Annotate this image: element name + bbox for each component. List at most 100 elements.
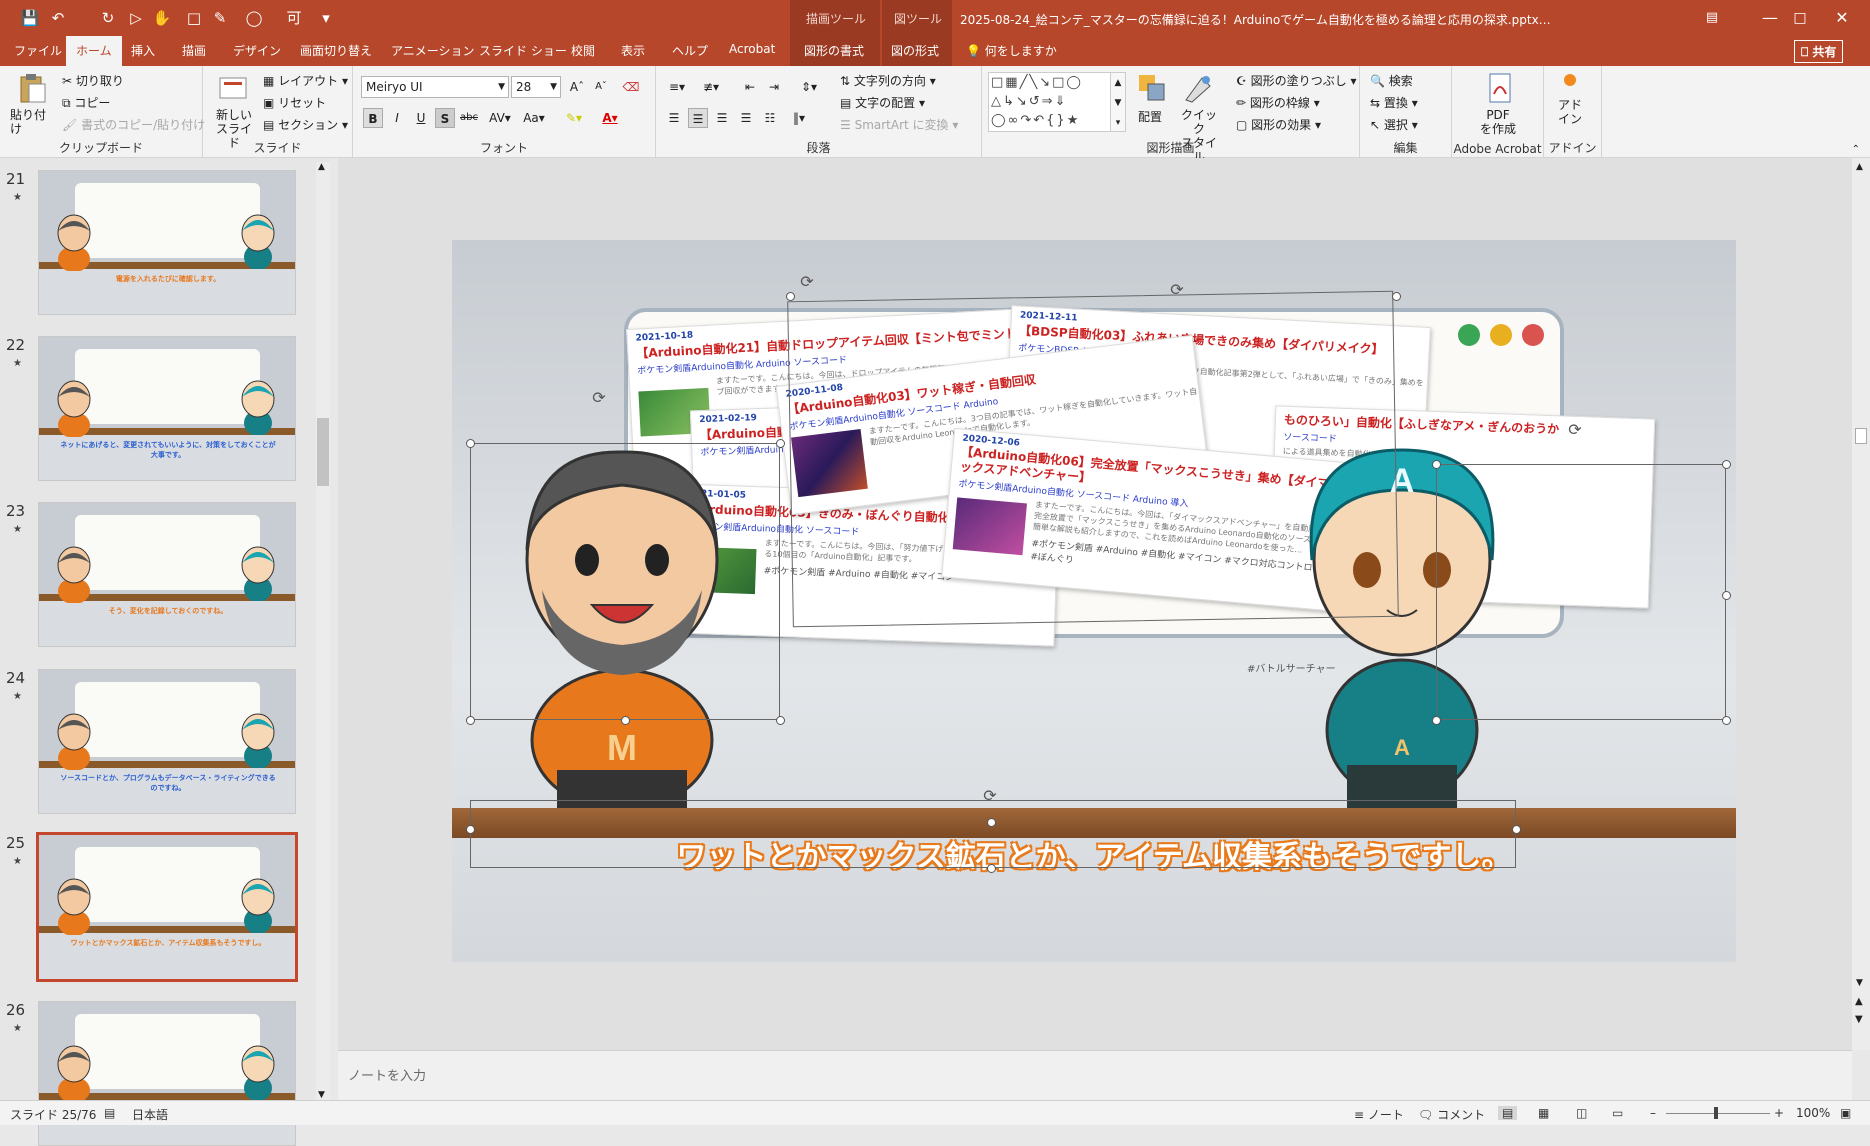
maximize-button[interactable]: □ (1778, 4, 1822, 32)
decrease-indent-icon[interactable]: ⇤ (740, 77, 760, 97)
tab-file[interactable]: ファイル (14, 42, 62, 59)
cut-button[interactable]: ✂ 切り取り (62, 72, 124, 89)
change-case-icon[interactable]: Aa▾ (521, 108, 547, 128)
resize-handle[interactable] (1512, 825, 1521, 834)
paste-button[interactable]: 貼り付け (8, 70, 52, 140)
resize-handle[interactable] (776, 439, 785, 448)
scroll-down-icon[interactable]: ▼ (1856, 978, 1863, 988)
font-name-combo[interactable]: Meiryo UI ▼ (361, 76, 509, 98)
tab-slideshow[interactable]: スライド ショー (479, 42, 567, 59)
columns-icon[interactable]: ‖▾ (786, 108, 812, 128)
tab-view[interactable]: 表示 (621, 42, 645, 59)
tab-picture-format[interactable]: 図の形式 (891, 42, 939, 59)
collapse-ribbon-icon[interactable]: ⌃ (1852, 144, 1860, 155)
new-slide-button[interactable]: 新しい スライド (209, 70, 255, 150)
italic-icon[interactable]: I (387, 108, 407, 128)
thumbnail-scrollbar[interactable]: ▲ ▼ (316, 162, 330, 1100)
align-center-icon[interactable]: ☰ (688, 108, 708, 128)
slide-thumbnail-22[interactable]: ネットにあげると、変更されてもいいように、対策をしておくことが大事です。 (38, 336, 296, 481)
select-button[interactable]: ↖ 選択 ▾ (1370, 116, 1418, 133)
customize-qat-icon[interactable]: ▾ (316, 8, 336, 28)
rotate-handle-icon[interactable]: ⟳ (591, 390, 607, 406)
bullets-icon[interactable]: ≡▾ (664, 77, 690, 97)
share-button[interactable]: ⎕ 共有 (1794, 40, 1844, 63)
scroll-up-icon[interactable]: ▲ (318, 162, 325, 172)
scroll-thumb[interactable] (317, 418, 329, 486)
zoom-out-icon[interactable]: – (1650, 1106, 1656, 1120)
rotate-handle-icon[interactable]: ⟳ (1567, 422, 1583, 438)
scroll-up-icon[interactable]: ▲ (1856, 162, 1863, 172)
zoom-slider[interactable] (1666, 1113, 1770, 1114)
comments-button[interactable]: 🗨 コメント (1418, 1106, 1485, 1123)
resize-handle[interactable] (987, 864, 996, 873)
slide-canvas[interactable]: 2021-10-18 【Arduino自動化21】自動ドロップアイテム回収【ミン… (452, 240, 1736, 962)
tab-transitions[interactable]: 画面切り替え (300, 42, 372, 59)
shrink-font-icon[interactable]: Aˇ (591, 77, 611, 97)
tab-help[interactable]: ヘルプ (672, 42, 708, 59)
resize-handle[interactable] (466, 716, 475, 725)
highlight-icon[interactable]: ✎▾ (561, 108, 587, 128)
align-right-icon[interactable]: ☰ (712, 108, 732, 128)
scroll-thumb[interactable] (1855, 428, 1867, 444)
tab-design[interactable]: デザイン (233, 42, 281, 59)
resize-handle[interactable] (987, 818, 996, 827)
ribbon-display-icon[interactable]: ▤ (1690, 4, 1734, 32)
font-size-combo[interactable]: 28 ▼ (511, 76, 561, 98)
justify-icon[interactable]: ☰ (736, 108, 756, 128)
slideshow-icon[interactable]: ▭ (1612, 1106, 1623, 1120)
tab-acrobat[interactable]: Acrobat (729, 42, 775, 56)
resize-handle[interactable] (1432, 460, 1441, 469)
replace-button[interactable]: ⇆ 置換 ▾ (1370, 94, 1418, 111)
new-slide-icon[interactable]: □ (184, 8, 204, 28)
touch-mode-icon[interactable]: ✋ (152, 8, 172, 28)
shapes-icon[interactable]: ◯ (244, 8, 264, 28)
resize-handle[interactable] (1432, 716, 1441, 725)
resize-handle[interactable] (1722, 716, 1731, 725)
resize-handle[interactable] (1722, 460, 1731, 469)
bold-icon[interactable]: B (363, 108, 383, 128)
resize-handle[interactable] (786, 292, 795, 301)
align-text-button[interactable]: ▤ 文字の配置 ▾ (840, 94, 925, 111)
notes-pane[interactable]: ノートを入力 (338, 1050, 1852, 1100)
tab-draw[interactable]: 描画 (182, 42, 206, 59)
resize-handle[interactable] (621, 716, 630, 725)
copy-button[interactable]: ⧉ コピー (62, 94, 110, 111)
tab-animations[interactable]: アニメーション (391, 42, 475, 59)
create-pdf-button[interactable]: PDF を作成 (1478, 70, 1522, 140)
gallery-more-icon[interactable]: ▲ ▼ ▾ (1110, 72, 1126, 132)
close-button[interactable]: ✕ (1820, 4, 1864, 32)
slide-thumbnail-23[interactable]: そう、変化を記録しておくのですね。 (38, 502, 296, 647)
undo-icon[interactable]: ↶ (48, 8, 68, 28)
rotate-handle-icon[interactable]: ⟳ (1169, 282, 1185, 298)
numbering-icon[interactable]: ≢▾ (698, 77, 724, 97)
underline-icon[interactable]: U (411, 108, 431, 128)
next-slide-icon[interactable]: ▼ (1855, 1014, 1863, 1025)
quick-styles-button[interactable]: クイック スタイル (1174, 70, 1222, 164)
resize-handle[interactable] (776, 716, 785, 725)
scroll-down-icon[interactable]: ▼ (318, 1090, 325, 1100)
reset-button[interactable]: ▣ リセット (263, 94, 326, 111)
slide-thumbnail-21[interactable]: 電源を入れるたびに確認します。 (38, 170, 296, 315)
font-icon[interactable]: 可 (284, 8, 304, 28)
section-button[interactable]: ▤ セクション ▾ (263, 116, 348, 133)
language-indicator[interactable]: 日本語 (132, 1106, 168, 1123)
shape-fill-button[interactable]: ☪ 図形の塗りつぶし ▾ (1236, 72, 1357, 89)
zoom-level[interactable]: 100% (1796, 1106, 1830, 1120)
draw-icon[interactable]: ✎ (210, 8, 230, 28)
save-icon[interactable]: 💾 (20, 8, 40, 28)
redo-icon[interactable]: ↻ (98, 8, 118, 28)
slide-sorter-icon[interactable]: ▦ (1538, 1106, 1549, 1120)
fit-to-window-icon[interactable]: ▣ (1840, 1106, 1851, 1120)
accessibility-icon[interactable]: ▤ (104, 1106, 115, 1120)
align-left-icon[interactable]: ☰ (664, 108, 684, 128)
rotate-handle-icon[interactable]: ⟳ (799, 274, 815, 290)
layout-button[interactable]: ▦ レイアウト ▾ (263, 72, 348, 89)
shape-effects-button[interactable]: ▢ 図形の効果 ▾ (1236, 116, 1321, 133)
resize-handle[interactable] (466, 439, 475, 448)
find-button[interactable]: 🔍 検索 (1370, 72, 1413, 89)
tab-review[interactable]: 校閲 (571, 42, 595, 59)
shape-gallery[interactable]: □▦╱╲↘□◯ △↳↘↺⇒⇓ ◯∞↷↶{}★ (988, 72, 1118, 132)
zoom-slider-thumb[interactable] (1714, 1107, 1718, 1119)
reading-view-icon[interactable]: ◫ (1576, 1106, 1587, 1120)
resize-handle[interactable] (466, 825, 475, 834)
